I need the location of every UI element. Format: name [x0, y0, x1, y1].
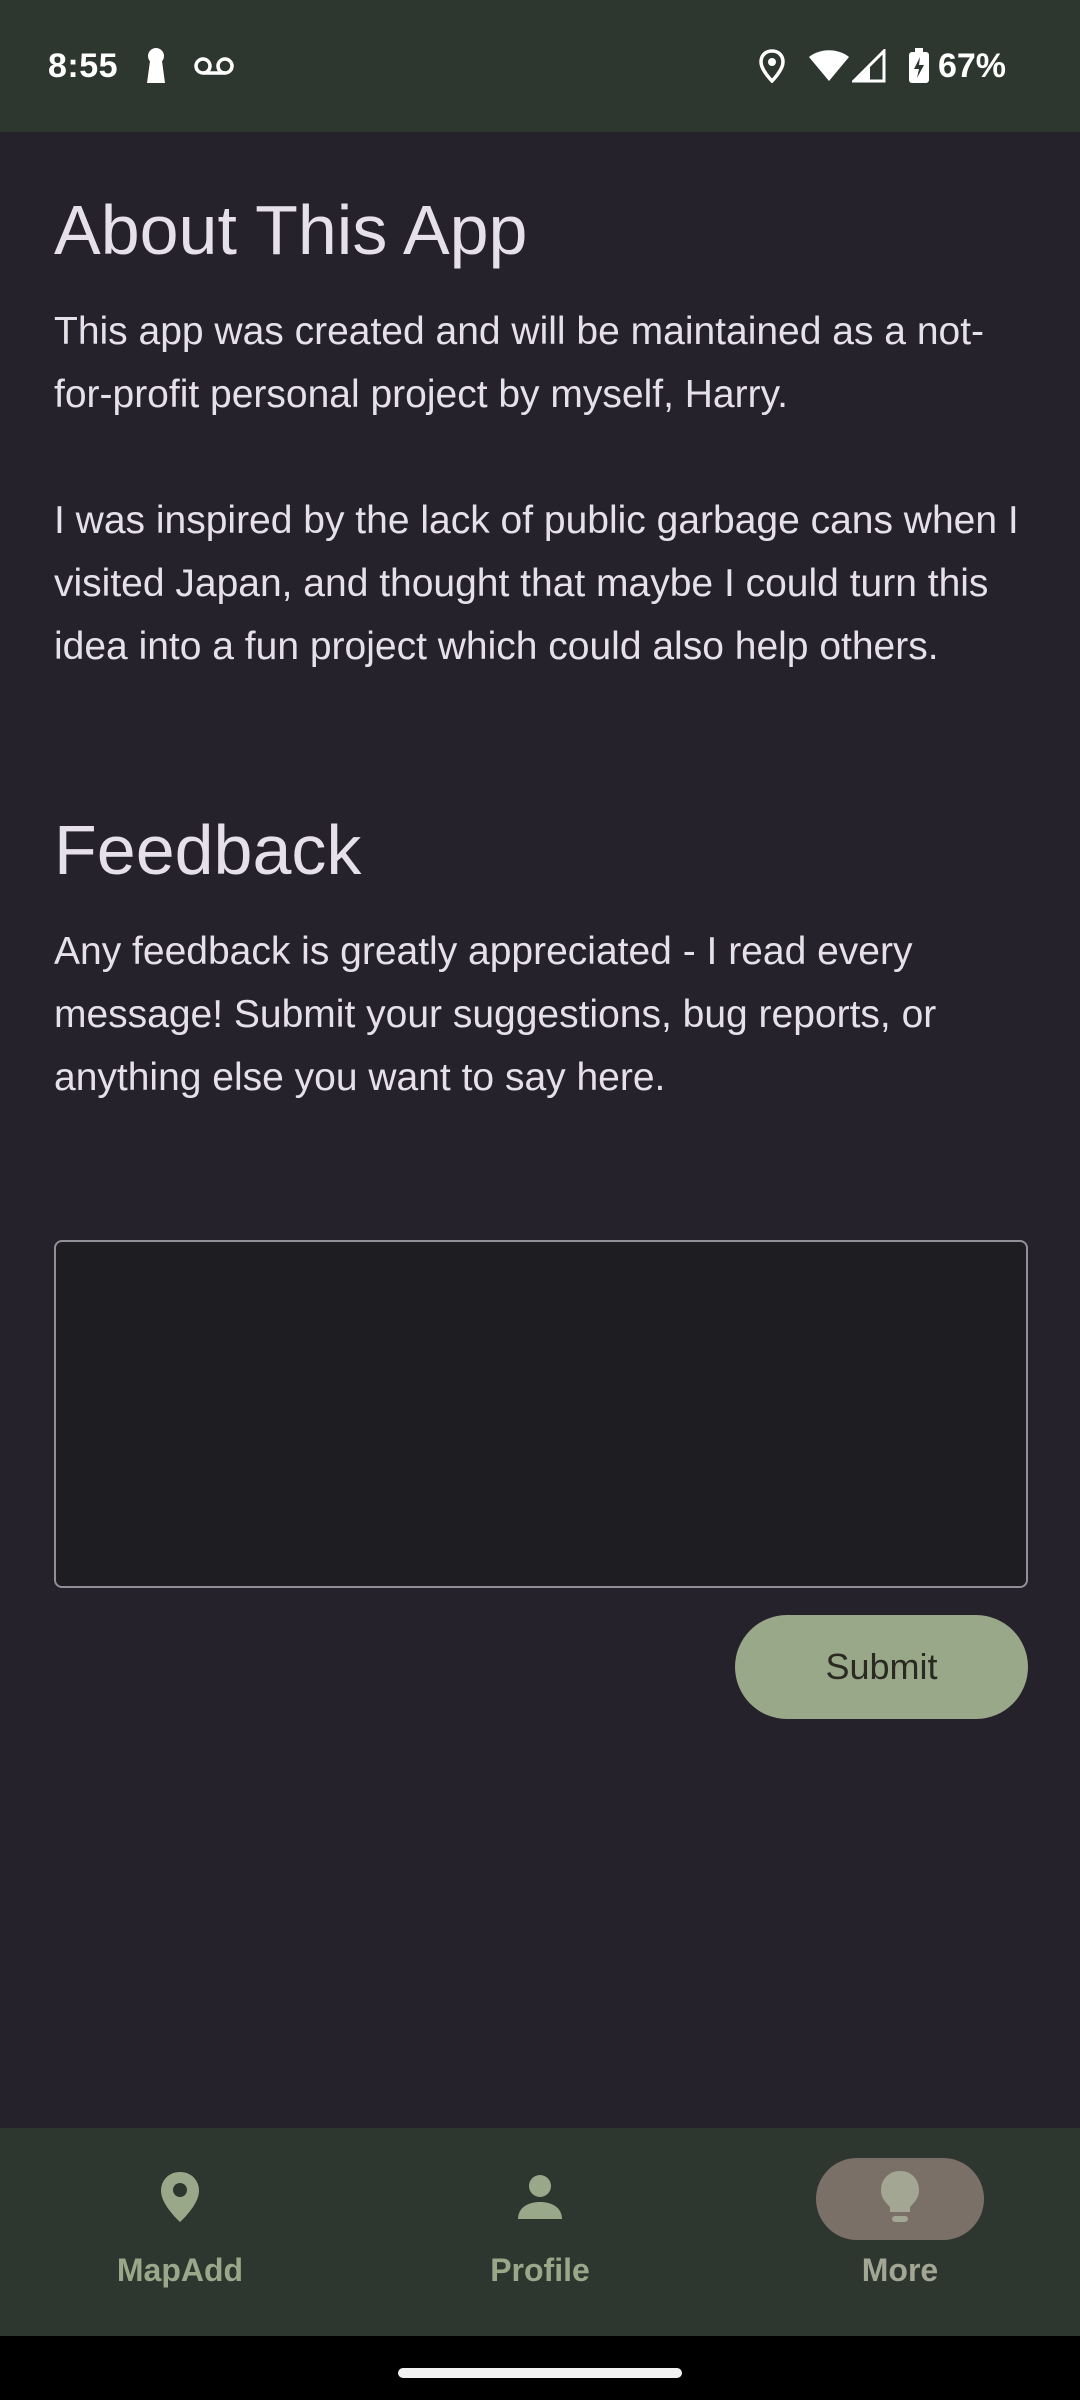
battery-charging-icon	[908, 48, 930, 84]
status-time: 8:55	[48, 46, 119, 85]
status-bar: 8:55 67%	[0, 0, 1080, 132]
map-pin-icon	[160, 2171, 200, 2228]
main-content: About This App This app was created and …	[54, 132, 1028, 1109]
nav-label-profile: Profile	[490, 2252, 590, 2288]
feedback-description: Any feedback is greatly appreciated - I …	[54, 930, 937, 1099]
person-icon	[517, 2174, 563, 2225]
feedback-input-container[interactable]	[54, 1240, 1028, 1588]
about-title: About This App	[54, 191, 528, 269]
voicemail-icon	[194, 55, 234, 77]
wifi-icon	[808, 49, 850, 83]
nav-icon-container	[96, 2158, 264, 2240]
about-paragraph-1: This app was created and will be maintai…	[54, 310, 985, 416]
keyhole-icon	[144, 47, 168, 85]
battery-percent: 67%	[937, 46, 1006, 85]
nav-active-indicator	[816, 2158, 984, 2240]
nav-item-profile[interactable]: Profile	[360, 2128, 720, 2336]
submit-button-label: Submit	[825, 1646, 938, 1687]
lightbulb-icon	[880, 2170, 920, 2229]
status-left: 8:55	[48, 47, 234, 86]
home-gesture-handle[interactable]	[398, 2368, 682, 2378]
nav-label-more: More	[861, 2252, 939, 2288]
about-paragraph-2: I was inspired by the lack of public gar…	[54, 499, 1019, 668]
bottom-navigation: MapAdd Profile More	[0, 2128, 1080, 2336]
feedback-input[interactable]	[56, 1242, 1026, 1586]
status-right: 67%	[736, 47, 1006, 86]
nav-icon-container	[456, 2158, 624, 2240]
submit-button[interactable]: Submit	[735, 1615, 1028, 1719]
signal-icon	[851, 49, 886, 83]
nav-item-more[interactable]: More	[720, 2128, 1080, 2336]
nav-item-mapadd[interactable]: MapAdd	[0, 2128, 360, 2336]
feedback-title: Feedback	[54, 811, 362, 889]
nav-label-mapadd: MapAdd	[116, 2252, 244, 2288]
location-icon	[758, 49, 786, 83]
